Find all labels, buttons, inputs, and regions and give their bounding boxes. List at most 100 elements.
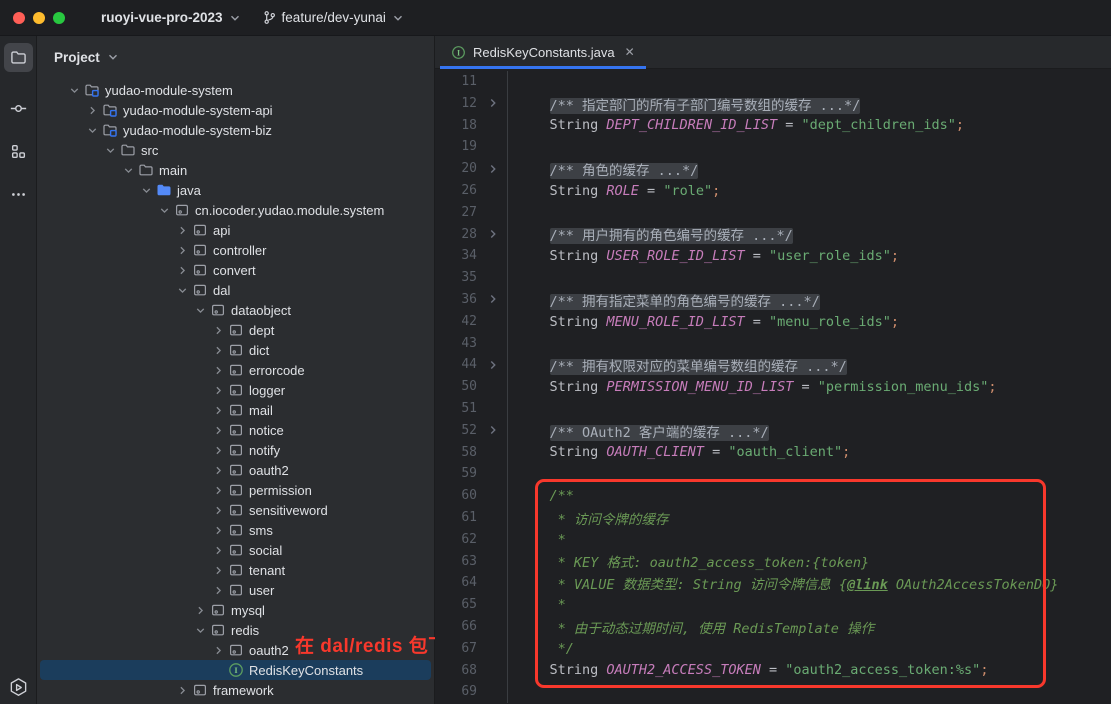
chevron-down-icon[interactable] [138, 182, 155, 198]
chevron-right-icon[interactable] [210, 402, 227, 418]
chevron-right-icon[interactable] [210, 502, 227, 518]
code-line-69[interactable]: 69 [435, 681, 1111, 703]
services-tool-button[interactable] [0, 677, 36, 698]
code-line-44[interactable]: 44 /** 拥有权限对应的菜单编号数组的缓存 ...*/ [435, 354, 1111, 376]
folded-comment-placeholder[interactable]: /** 角色的缓存 ...*/ [550, 163, 699, 179]
code-line-35[interactable]: 35 [435, 267, 1111, 289]
structure-tool-button[interactable] [4, 137, 33, 166]
fold-toggle-icon[interactable] [486, 96, 500, 110]
chevron-right-icon[interactable] [210, 422, 227, 438]
close-window-button[interactable] [13, 12, 25, 24]
chevron-right-icon[interactable] [192, 602, 209, 618]
chevron-down-icon[interactable] [174, 282, 191, 298]
code-line-62[interactable]: 62 * [435, 529, 1111, 551]
tree-row-dict[interactable]: dict [40, 340, 431, 360]
tree-row-oauth2[interactable]: oauth2 [40, 460, 431, 480]
tree-row-dept[interactable]: dept [40, 320, 431, 340]
code-line-19[interactable]: 19 [435, 136, 1111, 158]
chevron-right-icon[interactable] [210, 582, 227, 598]
project-switcher[interactable]: ruoyi-vue-pro-2023 [93, 7, 250, 28]
code-line-65[interactable]: 65 * [435, 594, 1111, 616]
chevron-down-icon[interactable] [156, 202, 173, 218]
tree-row-notify[interactable]: notify [40, 440, 431, 460]
code-line-42[interactable]: 42 String MENU_ROLE_ID_LIST = "menu_role… [435, 311, 1111, 333]
code-line-51[interactable]: 51 [435, 398, 1111, 420]
project-panel-header[interactable]: Project [37, 36, 434, 78]
chevron-right-icon[interactable] [210, 522, 227, 538]
code-line-20[interactable]: 20 /** 角色的缓存 ...*/ [435, 158, 1111, 180]
chevron-right-icon[interactable] [210, 382, 227, 398]
more-tools-button[interactable] [4, 180, 33, 209]
tree-row-yudao-module-system[interactable]: yudao-module-system [40, 80, 431, 100]
close-tab-icon[interactable]: ✕ [622, 45, 635, 59]
commit-tool-button[interactable] [4, 94, 33, 123]
tree-row-permission[interactable]: permission [40, 480, 431, 500]
chevron-right-icon[interactable] [210, 462, 227, 478]
project-tool-button[interactable] [4, 43, 33, 72]
minimize-window-button[interactable] [33, 12, 45, 24]
code-line-28[interactable]: 28 /** 用户拥有的角色编号的缓存 ...*/ [435, 224, 1111, 246]
tree-row-java[interactable]: java [40, 180, 431, 200]
fold-toggle-icon[interactable] [486, 358, 500, 372]
chevron-right-icon[interactable] [210, 342, 227, 358]
tree-row-logger[interactable]: logger [40, 380, 431, 400]
chevron-down-icon[interactable] [192, 302, 209, 318]
folded-comment-placeholder[interactable]: /** 拥有指定菜单的角色编号的缓存 ...*/ [550, 294, 820, 310]
tree-row-cn-iocoder-yudao-module-system[interactable]: cn.iocoder.yudao.module.system [40, 200, 431, 220]
chevron-right-icon[interactable] [210, 442, 227, 458]
fold-toggle-icon[interactable] [486, 227, 500, 241]
folded-comment-placeholder[interactable]: /** 拥有权限对应的菜单编号数组的缓存 ...*/ [550, 359, 847, 375]
code-line-63[interactable]: 63 * KEY 格式: oauth2_access_token:{token} [435, 551, 1111, 573]
tree-row-mail[interactable]: mail [40, 400, 431, 420]
chevron-right-icon[interactable] [210, 482, 227, 498]
chevron-down-icon[interactable] [66, 82, 83, 98]
tree-row-rediskeyconstants[interactable]: IRedisKeyConstants [40, 660, 431, 680]
chevron-right-icon[interactable] [210, 562, 227, 578]
tree-row-controller[interactable]: controller [40, 240, 431, 260]
chevron-right-icon[interactable] [210, 362, 227, 378]
code-line-27[interactable]: 27 [435, 202, 1111, 224]
tree-row-social[interactable]: social [40, 540, 431, 560]
code-line-34[interactable]: 34 String USER_ROLE_ID_LIST = "user_role… [435, 245, 1111, 267]
editor-tab-rediskeyconstants[interactable]: I RedisKeyConstants.java ✕ [440, 36, 646, 68]
tree-row-convert[interactable]: convert [40, 260, 431, 280]
code-line-52[interactable]: 52 /** OAuth2 客户端的缓存 ...*/ [435, 420, 1111, 442]
tree-row-framework[interactable]: framework [40, 680, 431, 700]
chevron-down-icon[interactable] [120, 162, 137, 178]
fold-toggle-icon[interactable] [486, 423, 500, 437]
chevron-right-icon[interactable] [174, 222, 191, 238]
tree-row-yudao-module-system-biz[interactable]: yudao-module-system-biz [40, 120, 431, 140]
chevron-right-icon[interactable] [210, 542, 227, 558]
tree-row-errorcode[interactable]: errorcode [40, 360, 431, 380]
tree-row-src[interactable]: src [40, 140, 431, 160]
code-line-64[interactable]: 64 * VALUE 数据类型: String 访问令牌信息 {@link OA… [435, 572, 1111, 594]
code-line-26[interactable]: 26 String ROLE = "role"; [435, 180, 1111, 202]
branch-switcher[interactable]: feature/dev-yunai [254, 7, 413, 28]
code-line-60[interactable]: 60 /** [435, 485, 1111, 507]
chevron-right-icon[interactable] [174, 682, 191, 698]
folded-comment-placeholder[interactable]: /** OAuth2 客户端的缓存 ...*/ [550, 425, 769, 441]
fold-toggle-icon[interactable] [486, 292, 500, 306]
code-line-43[interactable]: 43 [435, 333, 1111, 355]
chevron-down-icon[interactable] [192, 622, 209, 638]
tree-row-main[interactable]: main [40, 160, 431, 180]
chevron-right-icon[interactable] [210, 322, 227, 338]
tree-row-api[interactable]: api [40, 220, 431, 240]
tree-row-dataobject[interactable]: dataobject [40, 300, 431, 320]
tree-row-yudao-module-system-api[interactable]: yudao-module-system-api [40, 100, 431, 120]
tree-row-sms[interactable]: sms [40, 520, 431, 540]
code-line-59[interactable]: 59 [435, 463, 1111, 485]
chevron-down-icon[interactable] [84, 122, 101, 138]
tree-row-sensitiveword[interactable]: sensitiveword [40, 500, 431, 520]
folded-comment-placeholder[interactable]: /** 指定部门的所有子部门编号数组的缓存 ...*/ [550, 98, 861, 114]
zoom-window-button[interactable] [53, 12, 65, 24]
chevron-right-icon[interactable] [210, 642, 227, 658]
chevron-right-icon[interactable] [84, 102, 101, 118]
code-line-58[interactable]: 58 String OAUTH_CLIENT = "oauth_client"; [435, 442, 1111, 464]
code-line-50[interactable]: 50 String PERMISSION_MENU_ID_LIST = "per… [435, 376, 1111, 398]
code-line-36[interactable]: 36 /** 拥有指定菜单的角色编号的缓存 ...*/ [435, 289, 1111, 311]
chevron-right-icon[interactable] [174, 262, 191, 278]
fold-toggle-icon[interactable] [486, 162, 500, 176]
code-line-66[interactable]: 66 * 由于动态过期时间, 使用 RedisTemplate 操作 [435, 616, 1111, 638]
code-line-11[interactable]: 11 [435, 71, 1111, 93]
